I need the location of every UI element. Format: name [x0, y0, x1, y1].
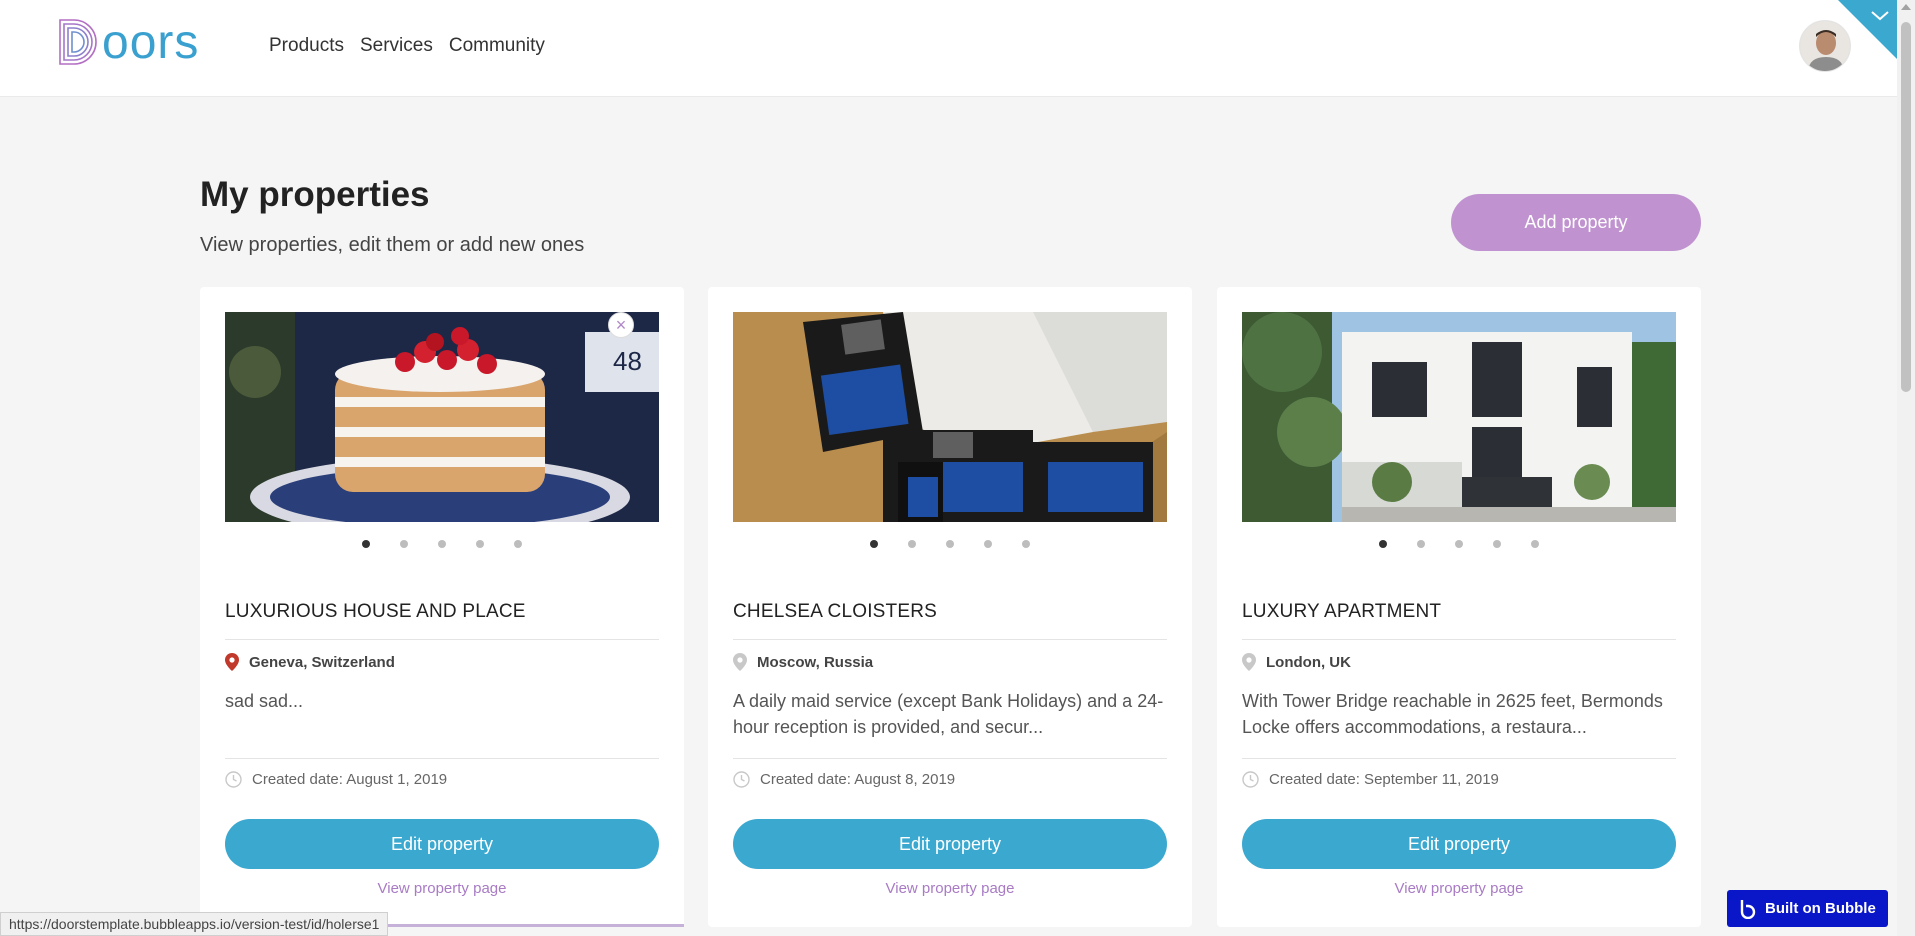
scroll-thumb[interactable] — [1901, 22, 1911, 392]
top-header: oors Products Services Community — [0, 0, 1897, 97]
badge-label: Built on Bubble — [1765, 900, 1876, 917]
main-nav: Products Services Community — [269, 35, 545, 57]
property-title: LUXURY APARTMENT — [1242, 601, 1442, 622]
edit-property-button[interactable]: Edit property — [225, 819, 659, 869]
created-date-row: Created date: September 11, 2019 — [1242, 771, 1499, 788]
add-property-button[interactable]: Add property — [1451, 194, 1701, 251]
carousel-dots — [200, 540, 684, 548]
location-pin-icon — [733, 653, 747, 671]
clock-icon — [225, 771, 242, 788]
property-description: With Tower Bridge reachable in 2625 feet… — [1242, 691, 1663, 737]
carousel-dot[interactable] — [908, 540, 916, 548]
carousel-dot[interactable] — [438, 540, 446, 548]
created-date-row: Created date: August 1, 2019 — [225, 771, 447, 788]
page-scrollbar[interactable] — [1897, 0, 1915, 936]
property-image-cake[interactable]: 48 — [225, 312, 659, 522]
carousel-dots — [708, 540, 1192, 548]
edit-property-button[interactable]: Edit property — [1242, 819, 1676, 869]
created-date-row: Created date: August 8, 2019 — [733, 771, 955, 788]
property-card: CHELSEA CLOISTERS Moscow, Russia A daily… — [708, 287, 1192, 927]
nav-community[interactable]: Community — [449, 35, 545, 57]
property-card: LUXURY APARTMENT London, UK With Tower B… — [1217, 287, 1701, 927]
svg-text:oors: oors — [102, 16, 199, 68]
bubble-logo-icon — [1740, 899, 1756, 919]
property-image-house[interactable] — [1242, 312, 1676, 522]
carousel-dot[interactable] — [1455, 540, 1463, 548]
carousel-dot[interactable] — [1417, 540, 1425, 548]
divider — [733, 639, 1167, 640]
location-text: London, UK — [1266, 653, 1351, 671]
carousel-dots — [1217, 540, 1701, 548]
close-icon[interactable]: × — [608, 312, 634, 338]
doors-logo[interactable]: oors — [58, 16, 233, 68]
view-property-link[interactable]: View property page — [225, 880, 659, 897]
property-title: LUXURIOUS HOUSE AND PLACE — [225, 601, 526, 622]
property-description: sad sad... — [225, 691, 304, 711]
location-text: Geneva, Switzerland — [249, 653, 395, 671]
scroll-up-arrow-icon[interactable] — [1901, 4, 1911, 10]
created-date: Created date: September 11, 2019 — [1269, 771, 1499, 788]
edit-property-button[interactable]: Edit property — [733, 819, 1167, 869]
carousel-dot[interactable] — [870, 540, 878, 548]
location-row: Geneva, Switzerland — [225, 653, 395, 671]
carousel-dot[interactable] — [1493, 540, 1501, 548]
clock-icon — [733, 771, 750, 788]
location-pin-icon — [1242, 653, 1256, 671]
carousel-dot[interactable] — [1022, 540, 1030, 548]
location-text: Moscow, Russia — [757, 653, 874, 671]
page-subtitle: View properties, edit them or add new on… — [200, 234, 585, 256]
location-row: London, UK — [1242, 653, 1351, 671]
carousel-dot[interactable] — [476, 540, 484, 548]
carousel-dot[interactable] — [400, 540, 408, 548]
property-card: 48 × LUXURIOUS HOUSE AND PLACE Geneva, S… — [200, 287, 684, 927]
built-on-bubble-badge[interactable]: Built on Bubble — [1727, 890, 1888, 927]
property-title: CHELSEA CLOISTERS — [733, 601, 938, 622]
carousel-dot[interactable] — [514, 540, 522, 548]
divider — [733, 758, 1167, 759]
property-image-floppies[interactable] — [733, 312, 1167, 522]
location-pin-icon — [225, 653, 239, 671]
carousel-dot[interactable] — [1379, 540, 1387, 548]
carousel-dot[interactable] — [984, 540, 992, 548]
carousel-dot[interactable] — [362, 540, 370, 548]
nav-products[interactable]: Products — [269, 35, 344, 57]
view-property-link[interactable]: View property page — [733, 880, 1167, 897]
page-title: My properties — [200, 175, 430, 214]
divider — [225, 639, 659, 640]
svg-text:48: 48 — [613, 346, 642, 376]
carousel-dot[interactable] — [1531, 540, 1539, 548]
created-date: Created date: August 8, 2019 — [760, 771, 956, 788]
divider — [225, 758, 659, 759]
clock-icon — [1242, 771, 1259, 788]
property-description: A daily maid service (except Bank Holida… — [733, 691, 1164, 737]
divider — [1242, 758, 1676, 759]
created-date: Created date: August 1, 2019 — [252, 771, 448, 788]
carousel-dot[interactable] — [946, 540, 954, 548]
divider — [1242, 639, 1676, 640]
view-property-link[interactable]: View property page — [1242, 880, 1676, 897]
corner-chevron-down-icon[interactable] — [1838, 0, 1897, 59]
nav-services[interactable]: Services — [360, 35, 433, 57]
location-row: Moscow, Russia — [733, 653, 873, 671]
status-bar-url: https://doorstemplate.bubbleapps.io/vers… — [0, 912, 389, 936]
